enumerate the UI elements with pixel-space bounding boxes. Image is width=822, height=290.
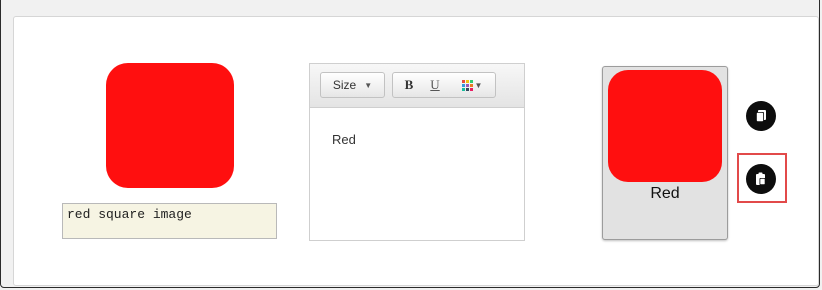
copy-icon: [756, 110, 766, 122]
chevron-down-icon: ▼: [364, 80, 373, 90]
underline-button[interactable]: U: [425, 73, 445, 97]
editor-text: Red: [332, 132, 356, 147]
copy-button[interactable]: [746, 101, 776, 131]
font-size-label: Size: [332, 78, 357, 92]
image-alt-text-field[interactable]: red square image: [62, 203, 277, 239]
paste-button[interactable]: [746, 164, 776, 194]
editor-content[interactable]: Red: [310, 108, 524, 171]
editor-toolbar: Size ▼ B U ▼: [310, 64, 524, 108]
rich-text-editor: Size ▼ B U ▼ Red: [309, 63, 525, 241]
format-button-group: B U ▼: [392, 72, 496, 98]
text-color-dropdown[interactable]: ▼: [455, 73, 489, 97]
chevron-down-icon: ▼: [474, 80, 483, 90]
font-size-dropdown[interactable]: Size ▼: [320, 72, 385, 98]
color-palette-icon: [461, 79, 473, 91]
preview-card: Red: [602, 66, 728, 240]
bold-button[interactable]: B: [399, 73, 419, 97]
preview-caption: Red: [650, 185, 680, 202]
paste-icon: [756, 172, 766, 185]
preview-red-square: [608, 70, 722, 182]
red-square-image: [106, 63, 234, 188]
